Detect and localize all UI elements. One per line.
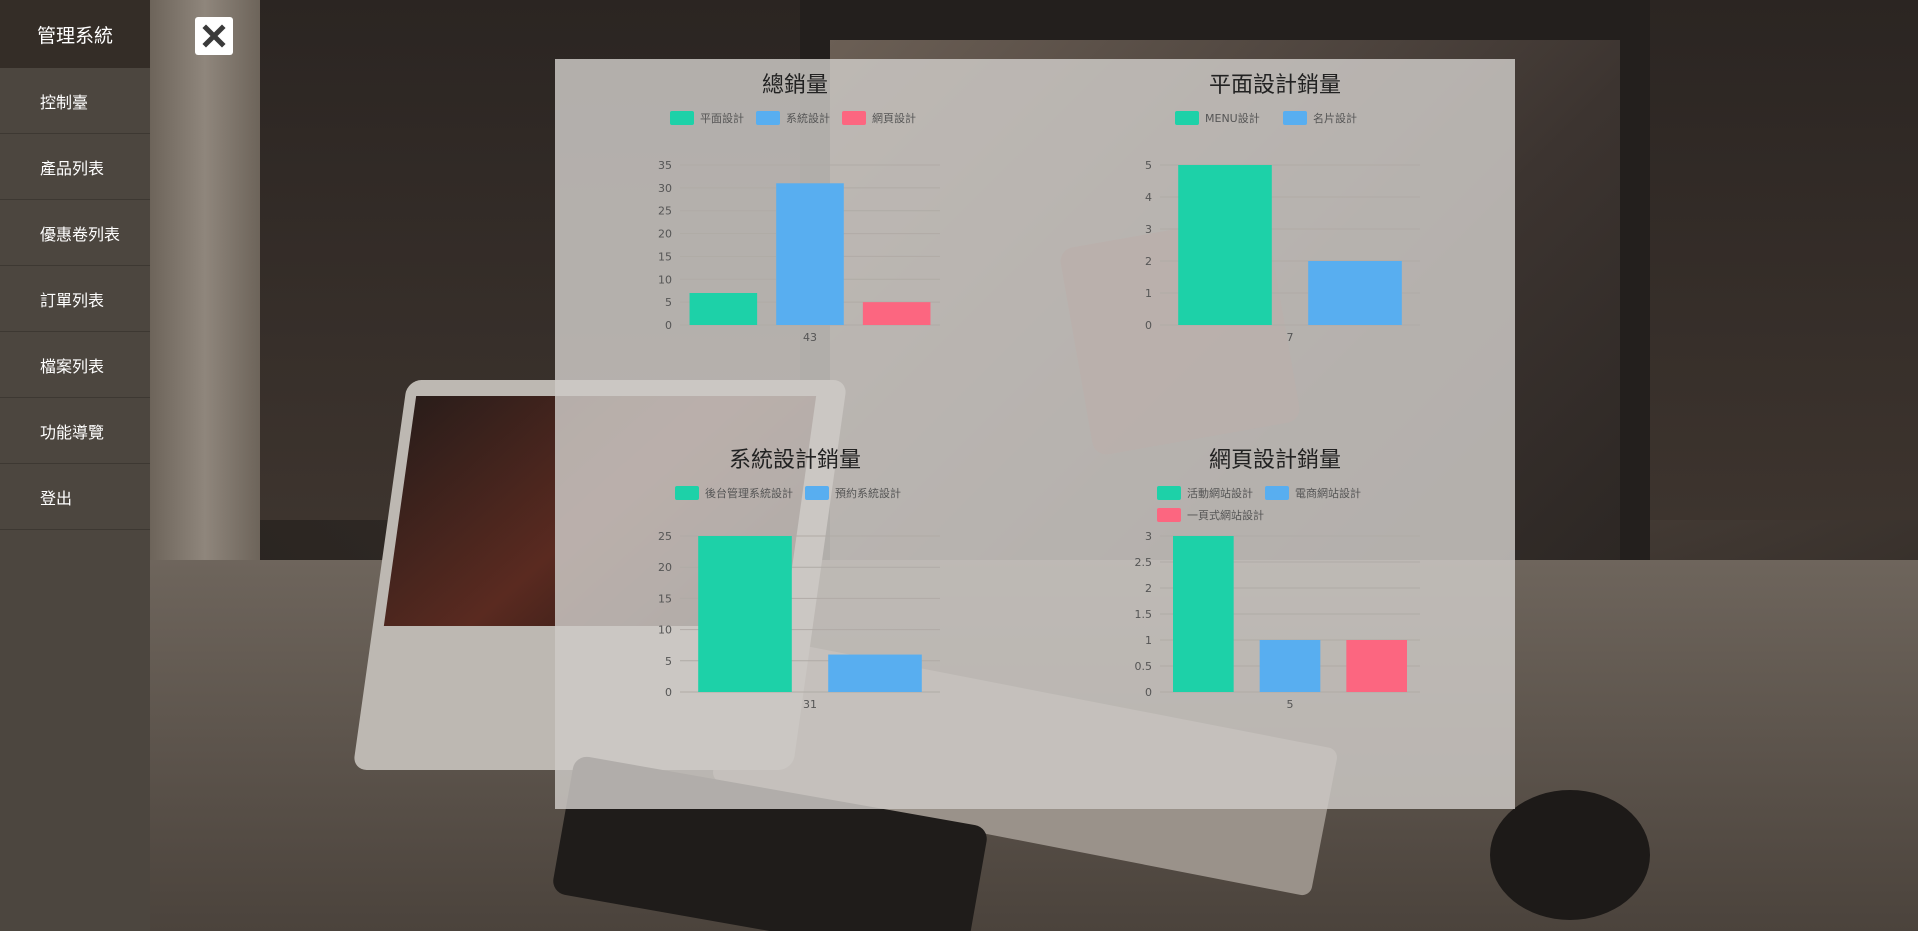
y-tick-label: 2.5: [1135, 556, 1153, 569]
x-tick-label: 43: [803, 331, 817, 344]
y-tick-label: 15: [658, 250, 672, 263]
y-tick-label: 35: [658, 159, 672, 172]
x-tick-label: 31: [803, 698, 817, 711]
chart-svg: 活動網站設計 電商網站設計一頁式網站設計 0 0.5 1 1.5 2 2.5 3 5: [1135, 486, 1420, 711]
y-tick-label: 0: [1145, 686, 1152, 699]
chart-graphic-design-sales: 平面設計銷量 MENU設計 名片設計 0 1 2 3 4 5 7: [1110, 67, 1440, 397]
y-tick-label: 2: [1145, 255, 1152, 268]
app-title[interactable]: 管理系統: [0, 0, 150, 68]
bar: [776, 183, 844, 325]
y-tick-label: 25: [658, 530, 672, 543]
y-tick-label: 1.5: [1135, 608, 1153, 621]
legend-swatch: [1157, 486, 1181, 500]
legend-label: 電商網站設計: [1295, 486, 1361, 500]
sidebar-item-guide[interactable]: 功能導覽: [0, 398, 150, 464]
x-tick-label: 5: [1287, 698, 1294, 711]
sidebar-item-dashboard[interactable]: 控制臺: [0, 68, 150, 134]
bar: [689, 293, 758, 325]
sidebar-item-files[interactable]: 檔案列表: [0, 332, 150, 398]
legend-label: 後台管理系統設計: [705, 486, 793, 500]
chart-total-sales: 總銷量 平面設計 系統設計 網頁設計 0 5 10 15 20 25 30 35 43: [630, 67, 960, 397]
y-tick-label: 30: [658, 182, 672, 195]
y-tick-label: 15: [658, 592, 672, 605]
y-tick-label: 5: [1145, 159, 1152, 172]
bar: [1346, 640, 1407, 692]
y-tick-label: 0.5: [1135, 660, 1153, 673]
legend-label: 一頁式網站設計: [1187, 508, 1264, 522]
bar: [1308, 261, 1402, 325]
chart-system-design-sales: 系統設計銷量 後台管理系統設計 預約系統設計 0 5 10 15 20 25 31: [630, 442, 960, 782]
legend-label: 系統設計: [786, 111, 830, 125]
bar: [1173, 536, 1234, 692]
close-button[interactable]: [195, 17, 233, 55]
legend-swatch: [756, 111, 780, 125]
y-tick-label: 25: [658, 205, 672, 218]
legend-swatch: [805, 486, 829, 500]
legend-label: 網頁設計: [872, 111, 916, 125]
legend-label: 平面設計: [700, 111, 744, 125]
sidebar-item-orders[interactable]: 訂單列表: [0, 266, 150, 332]
legend-label: 活動網站設計: [1187, 486, 1253, 500]
legend-swatch: [1175, 111, 1199, 125]
sidebar-item-logout[interactable]: 登出: [0, 464, 150, 530]
y-tick-label: 5: [665, 296, 672, 309]
legend-label: MENU設計: [1205, 111, 1260, 125]
charts-panel: 總銷量 平面設計 系統設計 網頁設計 0 5 10 15 20 25 30 35 43 平面設計銷量 …: [555, 59, 1515, 809]
legend-swatch: [1283, 111, 1307, 125]
legend-swatch: [842, 111, 866, 125]
y-tick-label: 0: [665, 686, 672, 699]
chart-svg: 平面設計 系統設計 網頁設計 0 5 10 15 20 25 30 35 43: [658, 111, 940, 344]
x-tick-label: 7: [1287, 331, 1294, 344]
bar: [698, 536, 792, 692]
y-tick-label: 10: [658, 624, 672, 637]
close-icon: [202, 24, 226, 48]
legend-swatch: [670, 111, 694, 125]
bar: [1178, 165, 1272, 325]
y-tick-label: 3: [1145, 223, 1152, 236]
y-tick-label: 3: [1145, 530, 1152, 543]
legend-swatch: [675, 486, 699, 500]
legend-label: 預約系統設計: [835, 486, 901, 500]
y-tick-label: 0: [1145, 319, 1152, 332]
y-tick-label: 1: [1145, 287, 1152, 300]
y-tick-label: 0: [665, 319, 672, 332]
legend-swatch: [1265, 486, 1289, 500]
y-tick-label: 2: [1145, 582, 1152, 595]
chart-web-design-sales: 網頁設計銷量 活動網站設計 電商網站設計 一頁式網站設計 0 0.5 1 1.5 2 2.5 3 5: [1110, 442, 1440, 782]
y-tick-label: 4: [1145, 191, 1152, 204]
bar: [1259, 640, 1321, 692]
bar: [828, 654, 922, 692]
bar: [862, 302, 931, 325]
y-tick-label: 20: [658, 228, 672, 241]
y-tick-label: 5: [665, 655, 672, 668]
sidebar: 管理系統 控制臺 產品列表 優惠卷列表 訂單列表 檔案列表 功能導覽 登出: [0, 0, 150, 931]
sidebar-item-coupons[interactable]: 優惠卷列表: [0, 200, 150, 266]
legend-label: 名片設計: [1313, 111, 1357, 125]
chart-svg: 後台管理系統設計 預約系統設計 0 5 10 15 20 25 31: [658, 486, 940, 711]
y-tick-label: 10: [658, 273, 672, 286]
sidebar-item-products[interactable]: 產品列表: [0, 134, 150, 200]
y-tick-label: 20: [658, 561, 672, 574]
legend-swatch: [1157, 508, 1181, 522]
chart-svg: MENU設計 名片設計 0 1 2 3 4 5 7: [1145, 111, 1420, 344]
y-tick-label: 1: [1145, 634, 1152, 647]
